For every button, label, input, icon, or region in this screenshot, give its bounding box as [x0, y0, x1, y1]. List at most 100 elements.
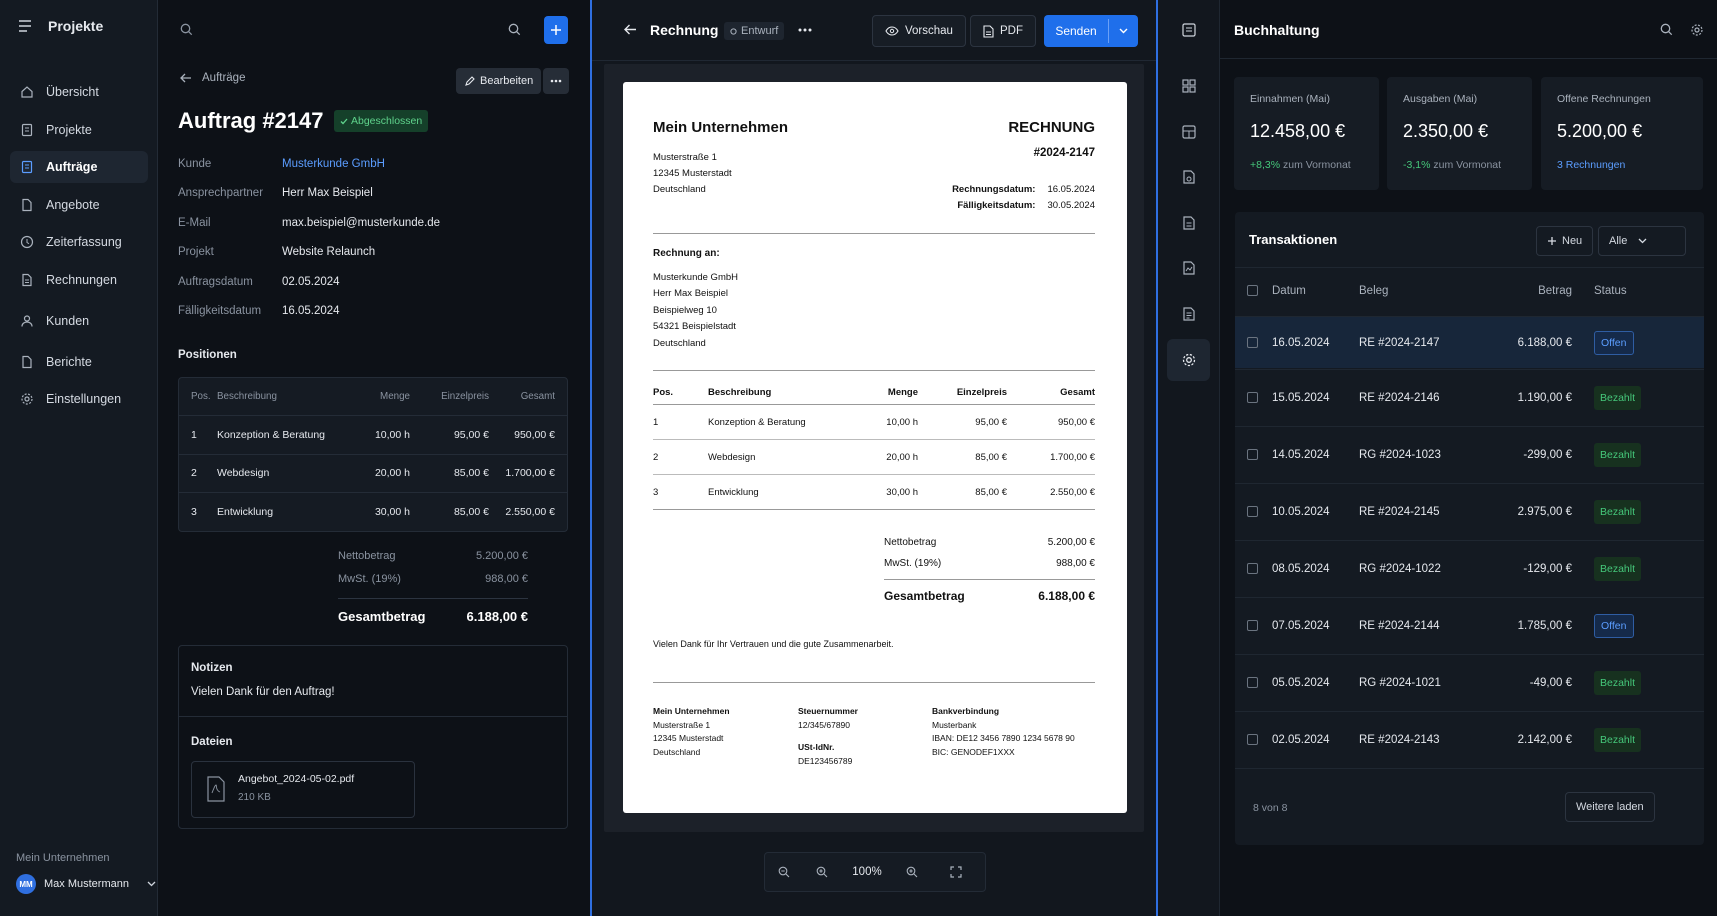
select-all-checkbox[interactable]: [1247, 285, 1258, 296]
table-row[interactable]: 14.05.2024 RG #2024-1023 -299,00 € Bezah…: [1235, 426, 1704, 482]
sidebar-item-angebote[interactable]: Angebote: [10, 189, 148, 221]
divider: [338, 598, 528, 599]
row-ref: RG #2024-1021: [1359, 676, 1441, 689]
table-row[interactable]: 05.05.2024 RG #2024-1021 -49,00 € Bezahl…: [1235, 654, 1704, 710]
edit-button[interactable]: Bearbeiten: [456, 68, 542, 94]
zoom-level[interactable]: 100%: [841, 866, 893, 878]
sidebar-item-zeiterfassung[interactable]: Zeiterfassung: [10, 226, 148, 258]
more-options-button[interactable]: [543, 68, 569, 94]
field-value: max.beispiel@musterkunde.de: [282, 216, 441, 229]
search-icon[interactable]: [180, 23, 193, 36]
column-header: Einzelpreis: [956, 386, 1007, 398]
send-button[interactable]: Senden: [1044, 15, 1108, 47]
field-row: Ansprechpartner Herr Max Beispiel: [178, 187, 440, 216]
send-options-dropdown[interactable]: [1109, 15, 1138, 47]
column-header: Status: [1594, 284, 1627, 297]
sidebar-item-kunden[interactable]: Kunden: [10, 305, 148, 337]
row-checkbox[interactable]: [1247, 337, 1258, 348]
cell: 1: [191, 428, 197, 441]
sidebar-item-projekte[interactable]: Projekte: [10, 114, 148, 146]
pdf-file-icon[interactable]: [1175, 254, 1203, 282]
row-checkbox[interactable]: [1247, 506, 1258, 517]
transactions-title: Transaktionen: [1249, 232, 1338, 247]
company-name: Mein Unternehmen: [16, 852, 110, 864]
cell: 3: [653, 486, 659, 498]
column-header: Pos.: [653, 386, 674, 398]
row-checkbox[interactable]: [1247, 392, 1258, 403]
document-icon[interactable]: [1175, 209, 1203, 237]
load-more-button[interactable]: Weitere laden: [1565, 792, 1655, 822]
report-icon: [20, 355, 34, 369]
total-value: 6.188,00 €: [1038, 589, 1095, 603]
search-icon[interactable]: [508, 23, 521, 36]
preview-button[interactable]: Vorschau: [872, 15, 966, 47]
sidebar-item-label: Aufträge: [46, 160, 98, 174]
table-header: Pos. Beschreibung Menge Einzelpreis Gesa…: [179, 378, 567, 415]
more-icon[interactable]: [798, 28, 812, 32]
calculator-icon[interactable]: [1175, 118, 1203, 146]
cell: 950,00 €: [514, 428, 555, 441]
receipt-icon[interactable]: [1175, 300, 1203, 328]
gear-icon[interactable]: [1175, 346, 1203, 374]
total-row: Gesamtbetrag 6.188,00 €: [338, 609, 528, 624]
table-row[interactable]: 08.05.2024 RG #2024-1022 -129,00 € Bezah…: [1235, 540, 1704, 596]
divider: [179, 716, 567, 717]
table-row[interactable]: 16.05.2024 RE #2024-2147 6.188,00 € Offe…: [1235, 316, 1704, 368]
customer-link[interactable]: Musterkunde GmbH: [282, 158, 385, 187]
gear-icon[interactable]: [1690, 23, 1704, 37]
chart-icon[interactable]: [1175, 163, 1203, 191]
sidebar-item-berichte[interactable]: Berichte: [10, 346, 148, 378]
zoom-out-icon[interactable]: [765, 866, 803, 878]
table-row[interactable]: 15.05.2024 RE #2024-2146 1.190,00 € Beza…: [1235, 369, 1704, 425]
fullscreen-icon[interactable]: [931, 866, 981, 878]
divider: [653, 682, 1095, 683]
row-checkbox[interactable]: [1247, 449, 1258, 460]
table-row[interactable]: 10.05.2024 RE #2024-2145 2.975,00 € Beza…: [1235, 483, 1704, 539]
user-menu[interactable]: MM Max Mustermann: [16, 874, 156, 894]
table-row[interactable]: 02.05.2024 RE #2024-2143 2.142,00 € Beza…: [1235, 711, 1704, 767]
zoom-in-icon[interactable]: [893, 866, 931, 878]
file-attachment[interactable]: Angebot_2024-05-02.pdf 210 KB: [191, 761, 415, 818]
dashboard-icon[interactable]: [1175, 72, 1203, 100]
kpi-value: 5.200,00 €: [1557, 121, 1643, 141]
zoom-in-icon[interactable]: [803, 866, 841, 878]
row-checkbox[interactable]: [1247, 677, 1258, 688]
sidebar-item-einstellungen[interactable]: Einstellungen: [10, 383, 148, 415]
pdf-button[interactable]: PDF: [970, 15, 1036, 47]
plus-icon: [1547, 236, 1557, 246]
more-icon: [550, 79, 562, 83]
cell: 2.550,00 €: [1050, 486, 1095, 498]
table-row: 3 Entwicklung 30,00 h 85,00 € 2.550,00 €: [179, 492, 567, 531]
sidebar-item-uebersicht[interactable]: Übersicht: [10, 76, 148, 108]
row-checkbox[interactable]: [1247, 563, 1258, 574]
total-label: Gesamtbetrag: [338, 609, 426, 624]
sidebar-item-label: Zeiterfassung: [46, 235, 122, 249]
row-ref: RG #2024-1023: [1359, 448, 1441, 461]
new-transaction-button[interactable]: Neu: [1536, 226, 1594, 256]
address-line: Musterstraße 1: [653, 152, 717, 163]
menu-icon[interactable]: [18, 20, 32, 32]
cell: Konzeption & Beratung: [217, 428, 325, 441]
table-row[interactable]: 07.05.2024 RE #2024-2144 1.785,00 € Offe…: [1235, 597, 1704, 653]
cell: 85,00 €: [975, 451, 1007, 463]
row-amount: 1.785,00 €: [1517, 619, 1572, 632]
order-panel: Aufträge Bearbeiten Auftrag #2147 Abgesc…: [158, 0, 590, 916]
sidebar-item-auftraege[interactable]: Aufträge: [10, 151, 148, 183]
kpi-sub[interactable]: 3 Rechnungen: [1557, 159, 1625, 171]
add-button[interactable]: [544, 16, 568, 44]
arrow-left-icon[interactable]: [624, 24, 637, 35]
filter-select[interactable]: Alle: [1598, 226, 1686, 256]
bookkeeping-icon[interactable]: [1175, 16, 1203, 44]
field-value: 16.05.2024: [282, 304, 340, 317]
sidebar-item-rechnungen[interactable]: Rechnungen: [10, 264, 148, 296]
row-ref: RE #2024-2146: [1359, 391, 1440, 404]
field-label: Auftragsdatum: [178, 275, 253, 288]
back-link[interactable]: Aufträge: [180, 72, 245, 84]
status-badge: Bezahlt: [1594, 727, 1642, 752]
row-checkbox[interactable]: [1247, 620, 1258, 631]
home-icon: [20, 85, 34, 99]
divider: [884, 579, 1095, 580]
address-line: Deutschland: [653, 184, 706, 195]
row-checkbox[interactable]: [1247, 734, 1258, 745]
search-icon[interactable]: [1660, 23, 1673, 36]
